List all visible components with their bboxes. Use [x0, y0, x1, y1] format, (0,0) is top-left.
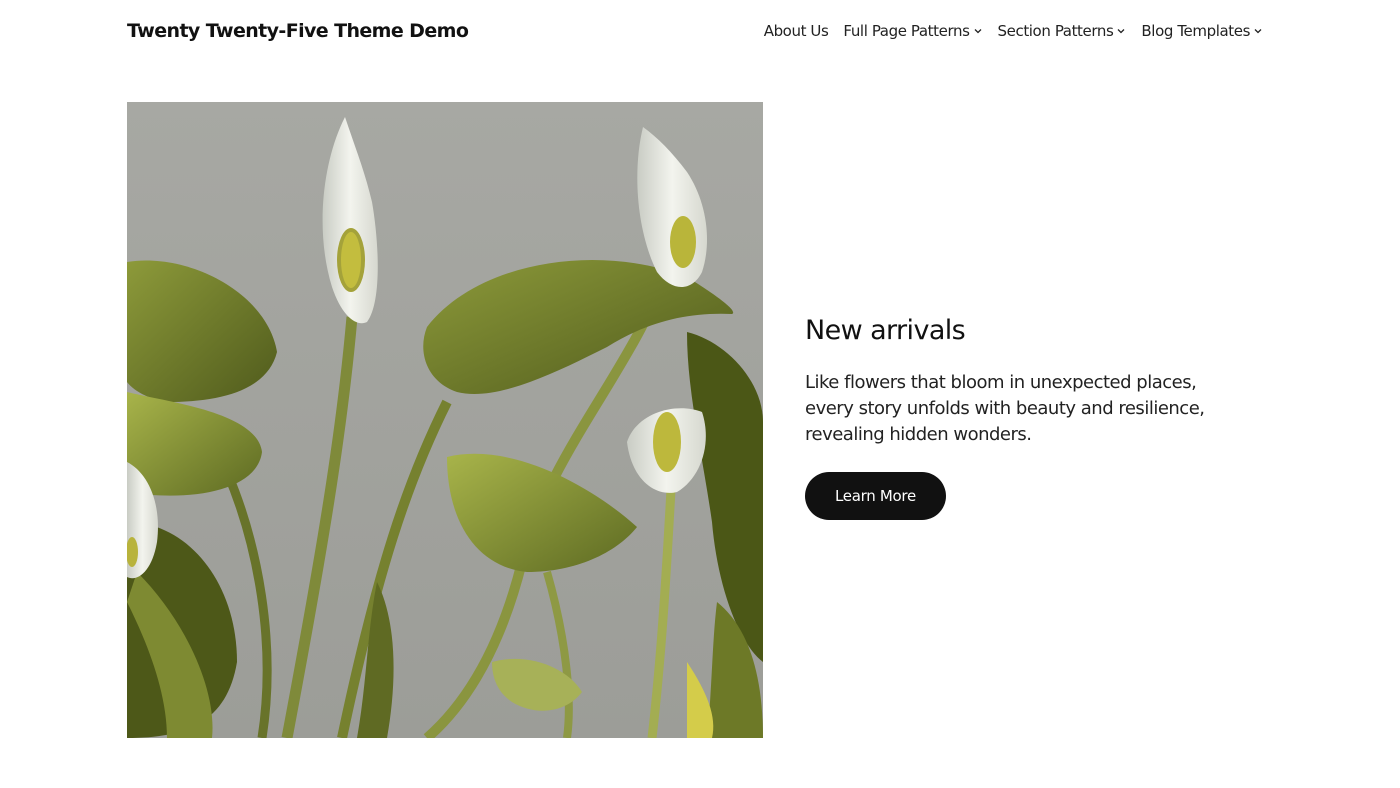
learn-more-button[interactable]: Learn More [805, 472, 946, 520]
chevron-down-icon[interactable] [973, 26, 983, 36]
nav-item-label: Section Patterns [997, 22, 1114, 40]
main-navigation: About Us Full Page Patterns Section Patt… [764, 22, 1263, 40]
page: Twenty Twenty-Five Theme Demo About Us F… [0, 0, 1400, 788]
site-title[interactable]: Twenty Twenty-Five Theme Demo [127, 20, 469, 42]
nav-item-about-us[interactable]: About Us [764, 22, 829, 40]
site-header: Twenty Twenty-Five Theme Demo About Us F… [127, 0, 1263, 62]
nav-item-full-page-patterns[interactable]: Full Page Patterns [843, 22, 982, 40]
nav-item-section-patterns[interactable]: Section Patterns [998, 22, 1127, 40]
nav-item-blog-templates[interactable]: Blog Templates [1141, 22, 1263, 40]
nav-item-label: Full Page Patterns [843, 22, 970, 40]
hero-description: Like flowers that bloom in unexpected pl… [805, 372, 1205, 445]
calla-lily-illustration [127, 102, 763, 738]
nav-item-label: Blog Templates [1141, 22, 1250, 40]
chevron-down-icon[interactable] [1116, 26, 1126, 36]
nav-item-label: About Us [763, 22, 829, 40]
hero-content: New arrivals Like flowers that bloom in … [805, 312, 1245, 520]
chevron-down-icon[interactable] [1253, 26, 1263, 36]
hero-heading: New arrivals [805, 315, 966, 346]
hero-image [127, 102, 763, 738]
